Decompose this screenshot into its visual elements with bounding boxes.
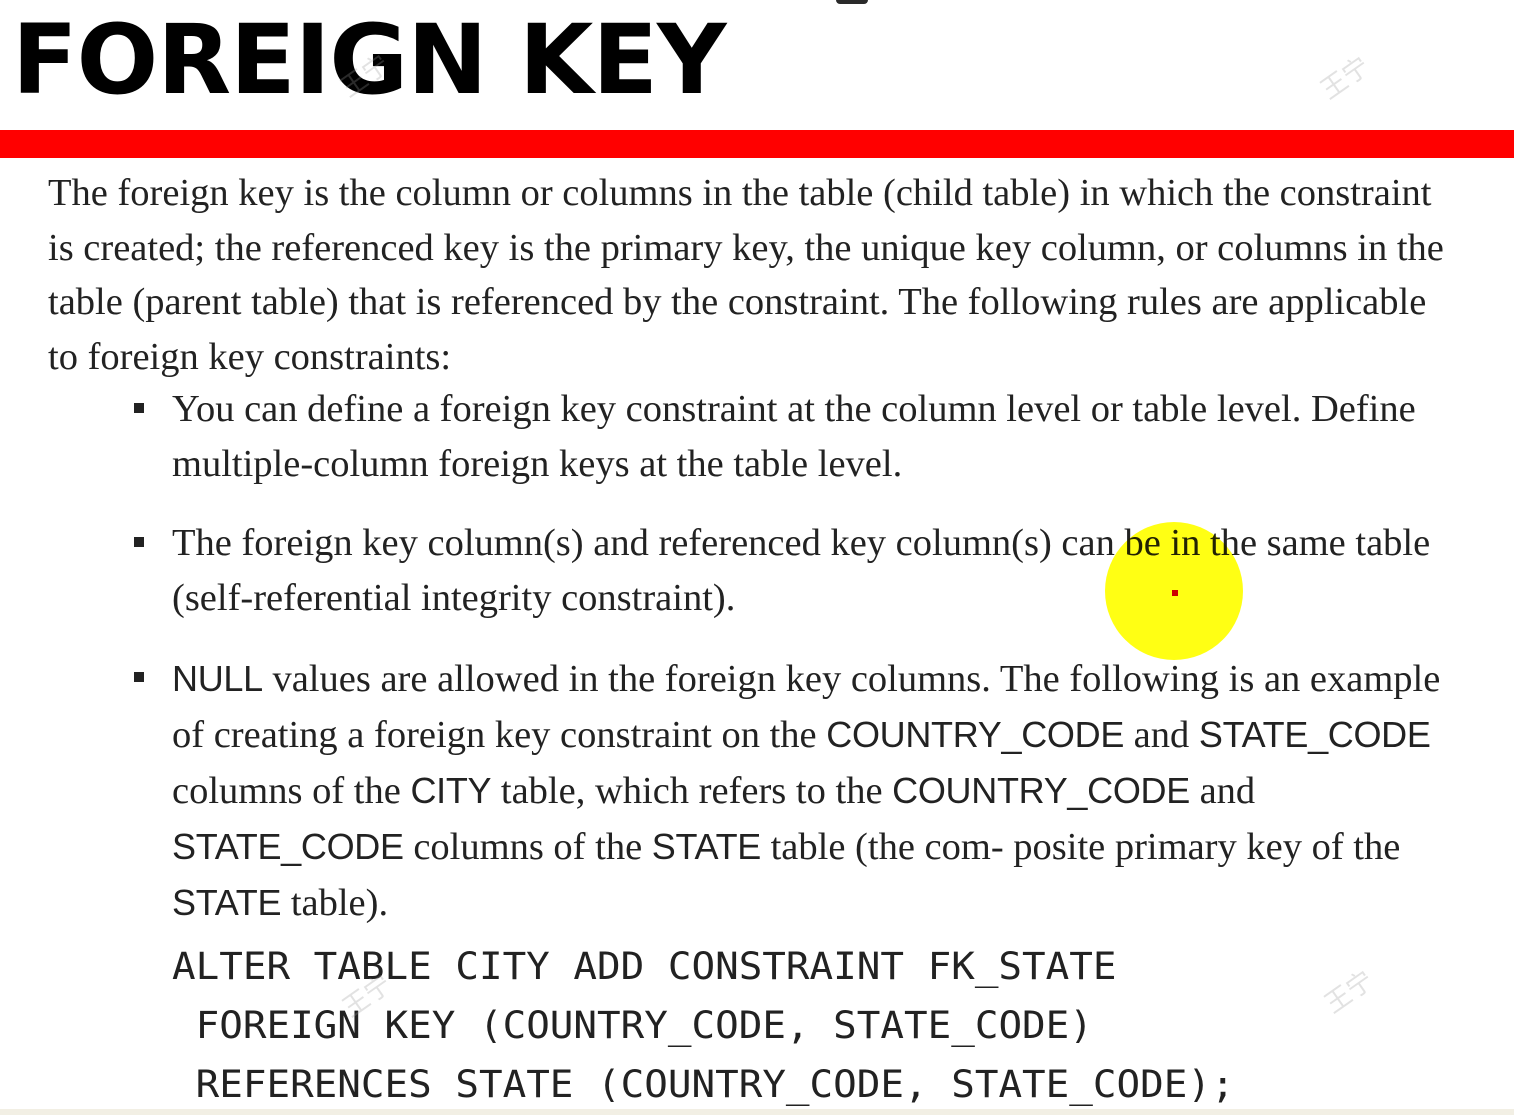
bottom-edge-strip bbox=[0, 1109, 1514, 1115]
code-line: ALTER TABLE CITY ADD CONSTRAINT FK_STATE bbox=[172, 945, 1117, 988]
code-term: STATE bbox=[651, 826, 761, 867]
code-term: NULL bbox=[172, 658, 263, 699]
rule-text-segment: and bbox=[1189, 770, 1256, 812]
rule-text: You can define a foreign key constraint … bbox=[172, 388, 1416, 485]
code-term: CITY bbox=[410, 770, 492, 811]
rule-text-segment: columns of the bbox=[172, 770, 411, 812]
rule-text-segment: and bbox=[1124, 714, 1199, 756]
rule-item: You can define a foreign key constraint … bbox=[134, 382, 1442, 492]
square-bullet-icon bbox=[134, 537, 144, 547]
mouse-cursor-icon bbox=[1172, 590, 1178, 596]
top-tab-handle bbox=[836, 0, 868, 4]
square-bullet-icon bbox=[134, 672, 144, 682]
rule-text-segment: table). bbox=[281, 882, 389, 924]
rule-text: NULL values are allowed in the foreign k… bbox=[172, 658, 1440, 924]
square-bullet-icon bbox=[134, 403, 144, 413]
rule-text-segment: table (the com- posite primary key of th… bbox=[760, 826, 1401, 868]
rule-text-segment: columns of the bbox=[403, 826, 652, 868]
code-term: COUNTRY_CODE bbox=[826, 714, 1125, 755]
intro-paragraph: The foreign key is the column or columns… bbox=[48, 172, 1444, 378]
code-term: STATE bbox=[172, 882, 282, 923]
code-line: REFERENCES STATE (COUNTRY_CODE, STATE_CO… bbox=[195, 1063, 1235, 1106]
watermark-text: 王宁 bbox=[1319, 965, 1380, 1020]
sql-code-block: ALTER TABLE CITY ADD CONSTRAINT FK_STATE… bbox=[172, 937, 1235, 1114]
rule-item: The foreign key column(s) and referenced… bbox=[134, 516, 1442, 626]
code-term: STATE_CODE bbox=[1198, 714, 1431, 755]
title-underline-bar bbox=[0, 130, 1514, 158]
slide: FOREIGN KEY The foreign key is the colum… bbox=[0, 0, 1514, 1115]
rule-item: NULL values are allowed in the foreign k… bbox=[134, 651, 1442, 931]
watermark-text: 王宁 bbox=[1315, 51, 1376, 106]
rule-text-segment: table, which refers to the bbox=[491, 770, 893, 812]
code-term: COUNTRY_CODE bbox=[892, 770, 1190, 811]
code-line: FOREIGN KEY (COUNTRY_CODE, STATE_CODE) bbox=[195, 1004, 1093, 1047]
code-term: STATE_CODE bbox=[172, 826, 404, 867]
